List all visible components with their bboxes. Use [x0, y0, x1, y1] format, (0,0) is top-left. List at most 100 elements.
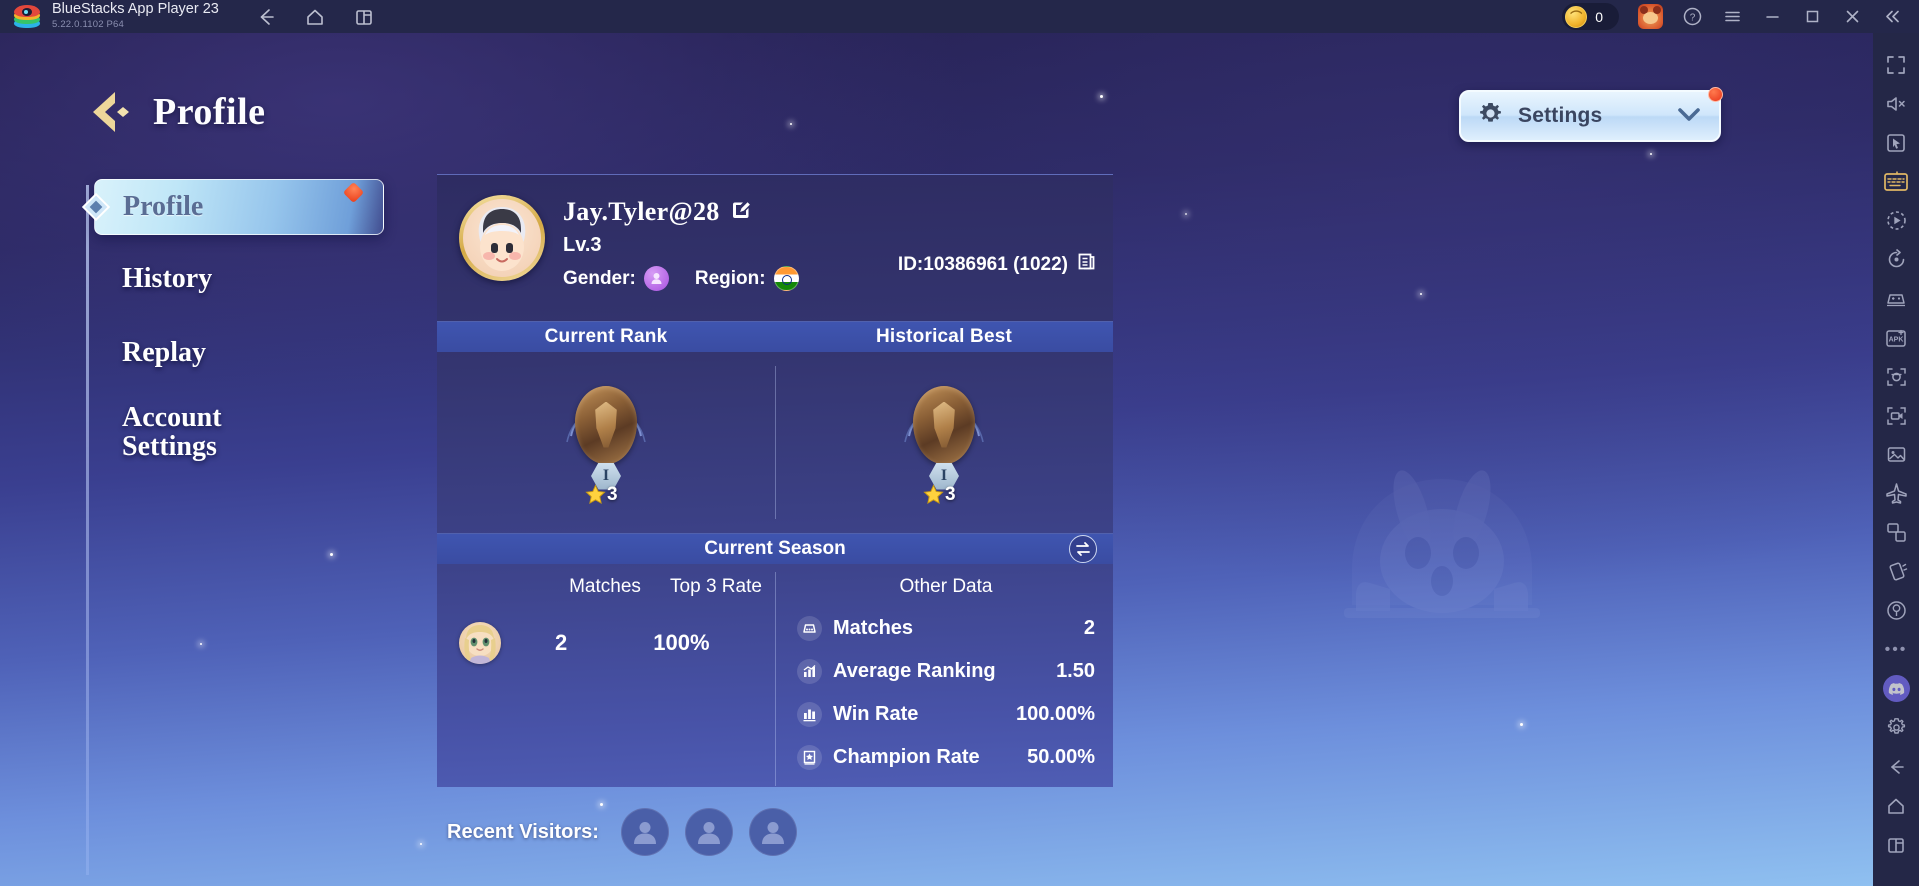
app-title: BlueStacks App Player 23 — [52, 1, 219, 17]
help-circle-icon[interactable]: ? — [1682, 6, 1703, 27]
titlebar-right-group: ⌒ 0 ? — [1562, 3, 1919, 30]
ranking-icon — [797, 659, 822, 684]
female-avatar-icon — [643, 266, 669, 291]
settings-gear-icon[interactable] — [1876, 708, 1916, 747]
sidebar-item-replay[interactable]: Replay — [86, 327, 386, 379]
mute-icon[interactable] — [1876, 84, 1916, 123]
home-icon[interactable] — [304, 6, 326, 28]
android-home-icon[interactable] — [1876, 786, 1916, 825]
profile-meta: Gender: Region: — [563, 266, 799, 291]
season-left-panel: Matches Top 3 Rate 2 100% — [437, 564, 771, 794]
stat-value: 1.50 — [1056, 660, 1095, 682]
season-left-values: 2 100% — [437, 622, 771, 664]
location-icon[interactable] — [1876, 591, 1916, 630]
season-left-headers: Matches Top 3 Rate — [437, 576, 771, 598]
region-label: Region: — [694, 267, 766, 289]
sidebar-item-history[interactable]: History — [86, 253, 386, 305]
other-data-title: Other Data — [899, 576, 993, 597]
multi-instance-icon[interactable] — [353, 6, 375, 28]
champion-icon — [797, 745, 822, 770]
rank-stars: 3 — [923, 484, 956, 506]
season-body: Matches Top 3 Rate 2 100% Other Data Mat… — [437, 564, 1113, 794]
bluestacks-logo — [14, 4, 40, 30]
bronze-helmet-emblem: I 3 — [551, 380, 661, 506]
settings-button[interactable]: Settings — [1459, 87, 1723, 142]
star-icon — [923, 484, 944, 505]
coin-balance[interactable]: ⌒ 0 — [1562, 3, 1619, 30]
visitor-placeholder-icon[interactable] — [620, 808, 669, 856]
historical-best-cell: I 3 — [775, 352, 1113, 533]
avatar[interactable] — [459, 195, 545, 281]
keyboard-controls-icon[interactable] — [1876, 162, 1916, 201]
game-controls-icon[interactable] — [1876, 279, 1916, 318]
rotate-screen-icon[interactable] — [1876, 513, 1916, 552]
shake-icon[interactable] — [1876, 552, 1916, 591]
record-video-icon[interactable] — [1876, 396, 1916, 435]
titlebar-nav-group — [255, 6, 375, 28]
historical-best-header: Historical Best — [875, 326, 1013, 347]
sidebar-item-profile[interactable]: Profile — [81, 179, 384, 235]
svg-text:APK: APK — [1889, 336, 1904, 343]
close-icon[interactable] — [1842, 6, 1863, 27]
gender-label: Gender: — [563, 267, 636, 289]
username: Jay.Tyler@28 — [563, 197, 720, 226]
visitor-placeholder-icon[interactable] — [748, 808, 797, 856]
stat-label: Win Rate — [833, 703, 919, 725]
bronze-helmet-emblem: I 3 — [889, 380, 999, 506]
season-divider — [775, 572, 776, 786]
player-id-row[interactable]: ID:10386961 (1022) — [898, 251, 1097, 278]
profile-header: Jay.Tyler@28 Lv.3 Gender: Region: ID:103… — [437, 175, 1113, 321]
install-apk-icon[interactable]: APK — [1876, 318, 1916, 357]
gear-icon — [1477, 100, 1504, 132]
season-band: Current Season — [437, 533, 1113, 564]
season-right-panel: Other Data Matches 2 Average Ranking 1.5… — [771, 564, 1113, 794]
titlebar: BlueStacks App Player 23 5.22.0.1102 P64… — [0, 0, 1919, 33]
more-options-icon[interactable]: ••• — [1876, 630, 1916, 669]
settings-label: Settings — [1518, 104, 1603, 127]
player-level: Lv.3 — [563, 234, 602, 256]
airplane-icon[interactable] — [1876, 474, 1916, 513]
profile-card: Jay.Tyler@28 Lv.3 Gender: Region: ID:103… — [437, 174, 1113, 787]
visitor-placeholder-icon[interactable] — [684, 808, 733, 856]
discord-icon[interactable] — [1876, 669, 1916, 708]
stat-label: Champion Rate — [833, 746, 980, 768]
username-row: Jay.Tyler@28 — [563, 197, 799, 227]
macro-play-icon[interactable] — [1876, 201, 1916, 240]
maximize-icon[interactable] — [1802, 6, 1823, 27]
stat-row-matches: Matches 2 — [797, 616, 1095, 641]
app-version: 5.22.0.1102 P64 — [52, 19, 125, 30]
page-header: Profile — [85, 88, 266, 136]
page-title: Profile — [153, 91, 266, 133]
sidebar-item-label: Profile — [123, 191, 204, 222]
star-count: 3 — [607, 483, 618, 505]
screenshot-icon[interactable] — [1876, 357, 1916, 396]
media-manager-icon[interactable] — [1876, 435, 1916, 474]
season-title: Current Season — [704, 538, 846, 559]
double-chevron-left-icon[interactable] — [1882, 6, 1903, 27]
back-arrow-icon[interactable] — [255, 6, 277, 28]
fullscreen-icon[interactable] — [1876, 45, 1916, 84]
profile-info: Jay.Tyler@28 Lv.3 Gender: Region: — [563, 195, 799, 291]
bear-avatar-icon[interactable] — [1638, 4, 1663, 29]
sidebar-item-account-settings[interactable]: Account Settings — [86, 403, 386, 471]
back-chevron-icon[interactable] — [85, 88, 137, 136]
edit-pencil-icon[interactable] — [730, 199, 752, 226]
current-rank-cell: I 3 — [437, 352, 775, 533]
stat-value: 2 — [1083, 617, 1095, 639]
active-diamond-icon — [81, 192, 111, 222]
minimize-icon[interactable] — [1762, 6, 1783, 27]
cursor-pointer-icon[interactable] — [1876, 123, 1916, 162]
android-back-icon[interactable] — [1876, 747, 1916, 786]
rank-row: I 3 I 3 — [437, 352, 1113, 533]
copy-icon[interactable] — [1076, 251, 1097, 278]
season-col-blank — [437, 576, 549, 598]
android-recents-icon[interactable] — [1876, 825, 1916, 864]
sidebar-notification-badge — [342, 181, 365, 204]
hamburger-menu-icon[interactable] — [1722, 6, 1743, 27]
swap-arrows-icon[interactable] — [1069, 535, 1097, 563]
stat-value: 50.00% — [1027, 746, 1095, 768]
sync-rotate-icon[interactable] — [1876, 240, 1916, 279]
game-viewport: Profile Settings Profile History Replay … — [0, 33, 1873, 886]
character-avatar[interactable] — [459, 622, 501, 664]
settings-notification-dot — [1708, 87, 1723, 102]
